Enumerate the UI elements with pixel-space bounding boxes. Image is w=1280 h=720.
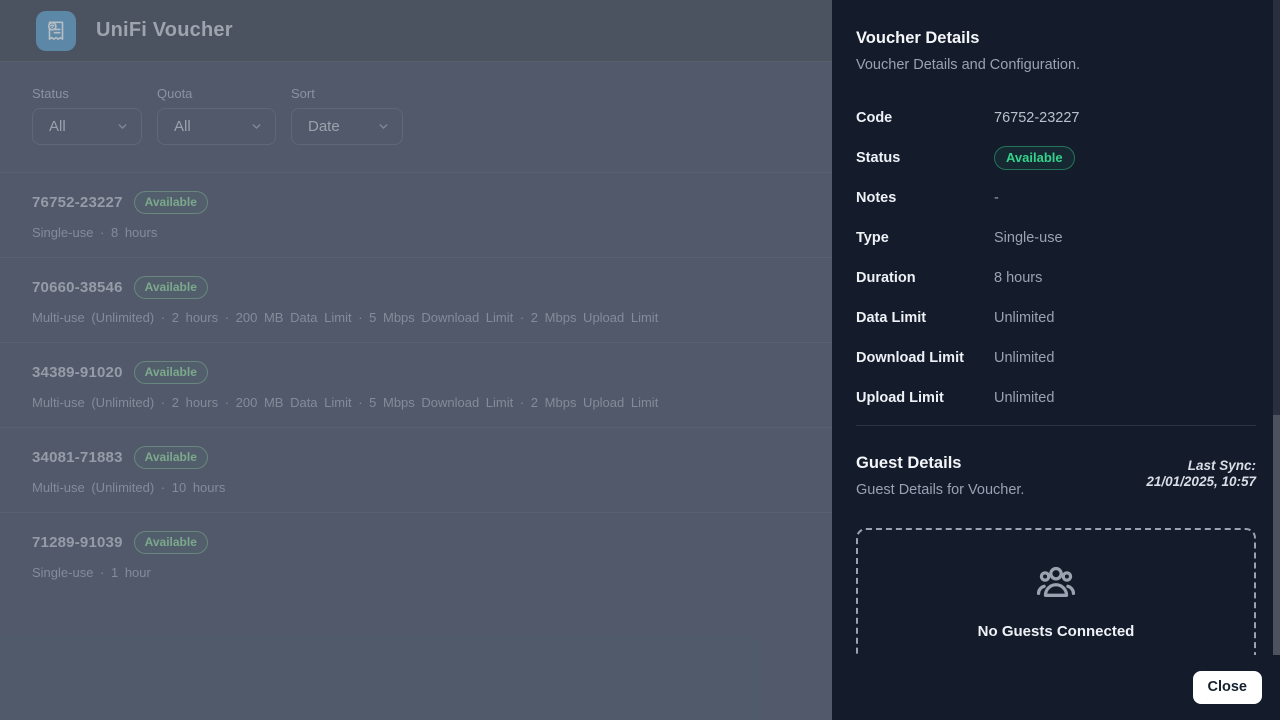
field-upload-limit-value: Unlimited [994, 390, 1054, 406]
voucher-details-panel: Voucher Details Voucher Details and Conf… [832, 0, 1280, 720]
no-guests-box: No Guests Connected [856, 528, 1256, 655]
field-upload-limit: Upload Limit Unlimited [856, 378, 1256, 418]
panel-subtitle: Voucher Details and Configuration. [856, 57, 1256, 73]
field-download-limit: Download Limit Unlimited [856, 338, 1256, 378]
guest-details-title: Guest Details [856, 454, 1024, 473]
panel-scrollbar-track [1273, 0, 1280, 655]
panel-scrollbar-thumb[interactable] [1273, 415, 1280, 655]
field-code-value: 76752-23227 [994, 110, 1079, 126]
field-data-limit: Data Limit Unlimited [856, 298, 1256, 338]
panel-title: Voucher Details [856, 29, 1256, 48]
field-duration: Duration 8 hours [856, 258, 1256, 298]
panel-content: Voucher Details Voucher Details and Conf… [832, 0, 1280, 655]
field-data-limit-value: Unlimited [994, 310, 1054, 326]
last-sync: Last Sync: 21/01/2025, 10:57 [1146, 454, 1256, 491]
field-notes-value: - [994, 190, 999, 206]
field-code: Code 76752-23227 [856, 98, 1256, 138]
status-badge: Available [994, 146, 1075, 170]
last-sync-label: Last Sync: [1146, 458, 1256, 474]
field-type-value: Single-use [994, 230, 1063, 246]
field-notes: Notes - [856, 178, 1256, 218]
close-button[interactable]: Close [1193, 671, 1263, 704]
guest-details-header: Guest Details Guest Details for Voucher.… [856, 454, 1256, 498]
field-duration-value: 8 hours [994, 270, 1042, 286]
last-sync-value: 21/01/2025, 10:57 [1146, 474, 1256, 490]
users-icon [1033, 561, 1079, 612]
field-download-limit-value: Unlimited [994, 350, 1054, 366]
panel-footer: Close [832, 655, 1280, 720]
voucher-fields: Code 76752-23227 Status Available Notes … [856, 98, 1256, 418]
guest-details-subtitle: Guest Details for Voucher. [856, 482, 1024, 498]
section-divider [856, 425, 1256, 426]
no-guests-message: No Guests Connected [978, 623, 1135, 640]
field-status: Status Available [856, 138, 1256, 178]
field-type: Type Single-use [856, 218, 1256, 258]
